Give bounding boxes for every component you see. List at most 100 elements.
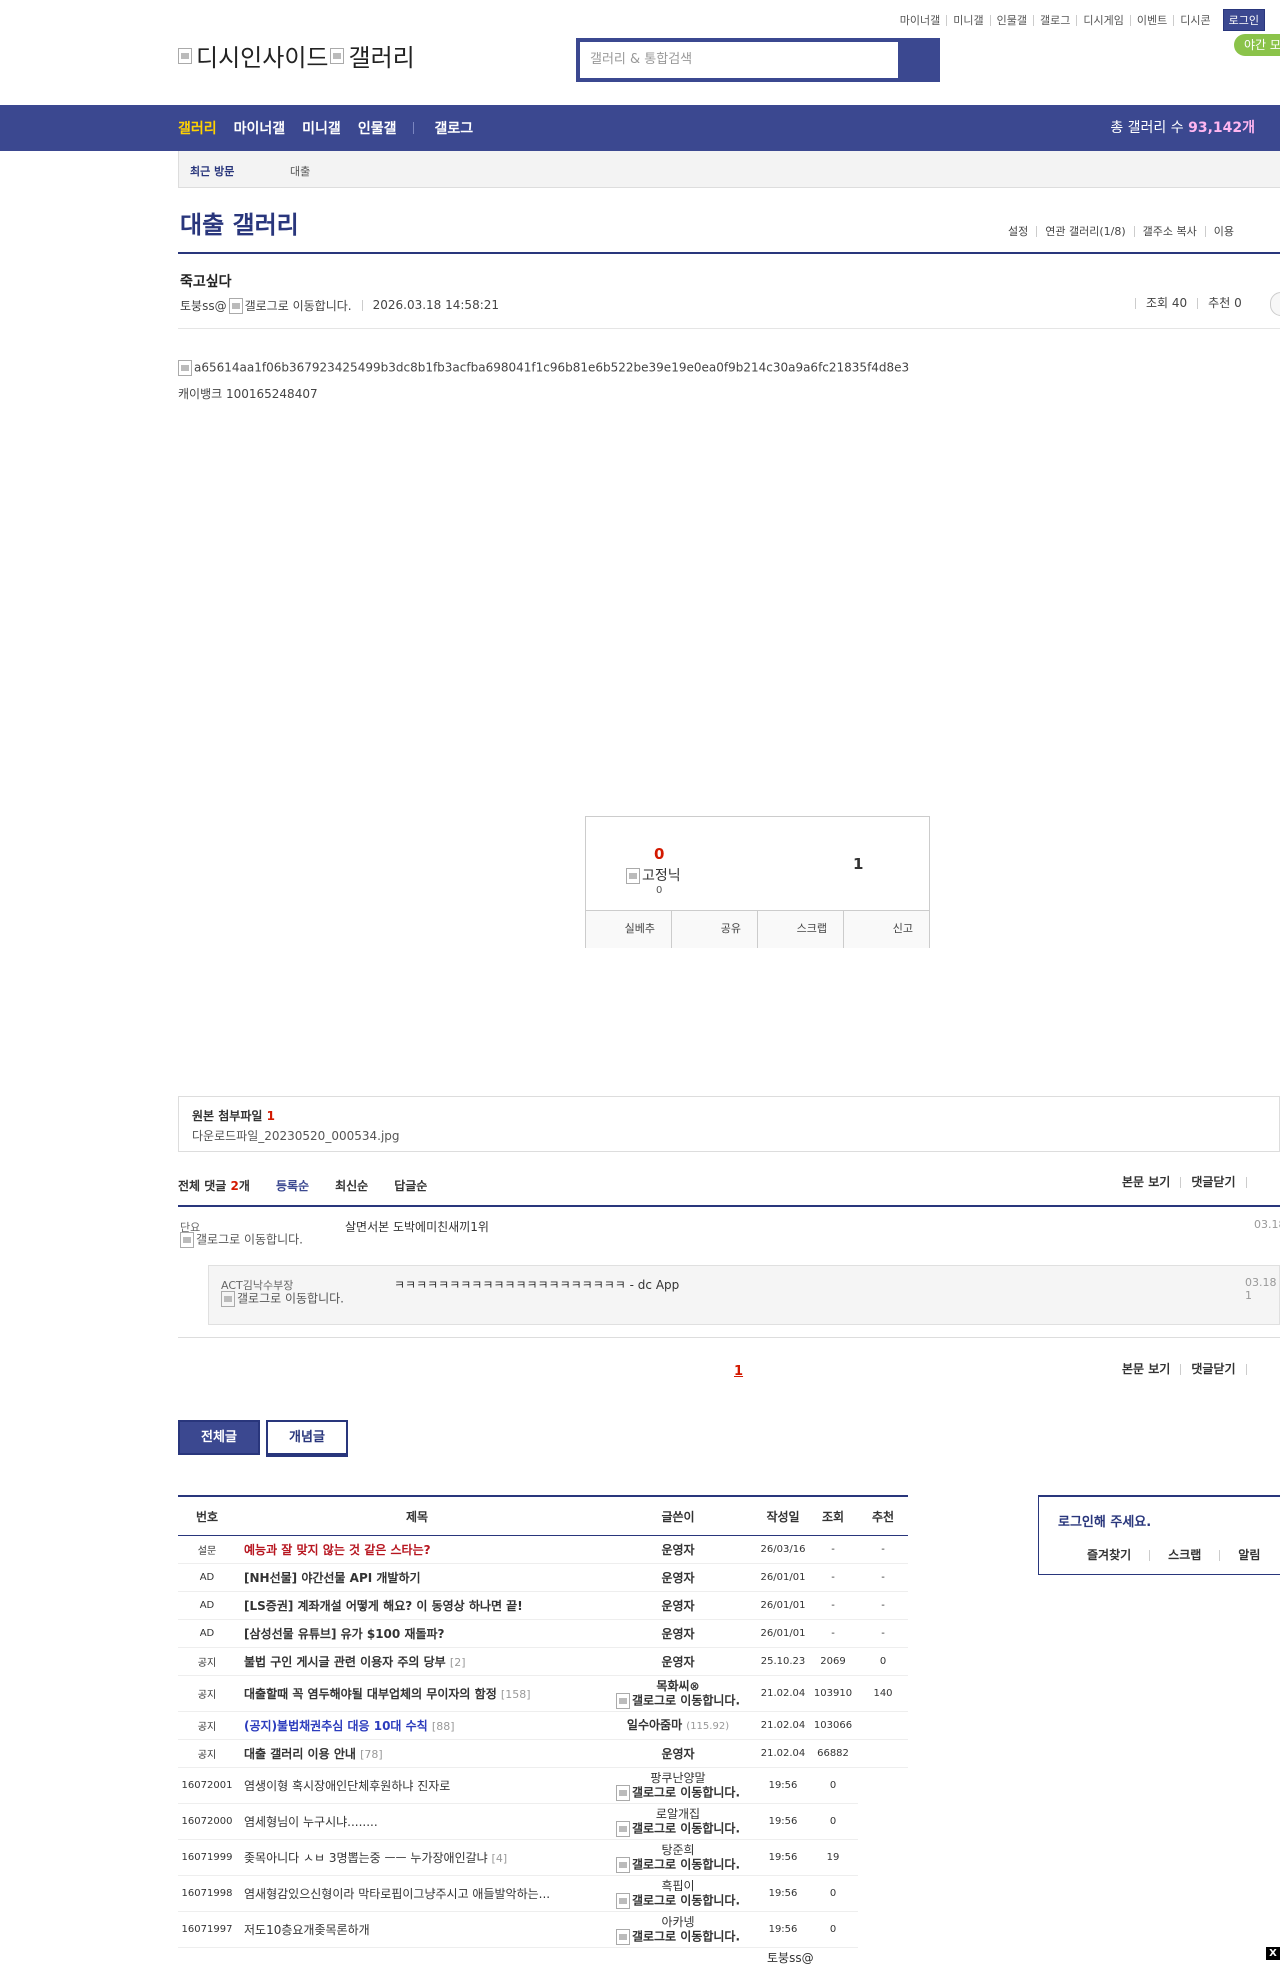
table-row[interactable]: 공지 (공지)불법채권추심 대응 10대 수칙 [88] 일수아줌마 (115.… <box>178 1711 1018 1740</box>
row-writer[interactable]: 목화씨⊗ 갤로그로 이동합니다. <box>598 1675 758 1712</box>
row-title[interactable]: 예능과 잘 맞지 않는 것 같은 스타는? <box>236 1535 598 1564</box>
close-comments-button-bottom[interactable]: 댓글닫기 <box>1180 1363 1245 1375</box>
writer-gallog[interactable]: 갤로그로 이동합니다. <box>598 1784 758 1801</box>
night-mode-toggle[interactable]: 야간 모 <box>1234 34 1280 56</box>
top-menu-minor[interactable]: 마이너갤 <box>894 15 946 26</box>
table-row[interactable]: 16071998 염새형감있으신형이라 막타로핍이그냥주시고 애들발악하는...… <box>178 1875 1018 1912</box>
tab-all-posts[interactable]: 전체글 <box>178 1420 260 1455</box>
table-row[interactable]: 16072000 염세형님이 누구시냐........ 로알개집 갤로그로 이동합… <box>178 1803 1018 1840</box>
comment-count[interactable]: [4] <box>492 1852 508 1865</box>
scrap-button[interactable]: 스크랩 <box>757 911 843 948</box>
row-writer-partial[interactable]: 토붕ss@ <box>767 1949 814 1966</box>
recent-visit-item[interactable]: 대출 <box>290 163 310 179</box>
report-button[interactable]: 신고 <box>843 911 929 948</box>
view-post-button[interactable]: 본문 보기 <box>1122 1176 1180 1188</box>
writer-gallog[interactable]: 갤로그로 이동합니다. <box>598 1856 758 1873</box>
row-title[interactable]: 좆목아니다 ㅅㅂ 3명뽑는중 ㅡㅡ 누가장애인갈냐 [4] <box>236 1839 598 1876</box>
comment-gallog[interactable]: 갤로그로 이동합니다. <box>180 1232 310 1248</box>
login-prompt[interactable]: 로그인해 주세요. <box>1058 1511 1151 1530</box>
row-title[interactable]: 염생이형 혹시장애인단체후원하냐 진자로 <box>236 1767 598 1804</box>
row-title[interactable]: 저도10층요개좆목론하개 <box>236 1911 598 1948</box>
comment-control-more[interactable] <box>1245 1177 1267 1188</box>
post-image[interactable]: a65614aa1f06b367923425499b3dc8b1fb3acfba… <box>178 360 909 376</box>
writer-gallog[interactable]: 갤로그로 이동합니다. <box>598 1892 758 1909</box>
attachment-file-link[interactable]: 다운로드파일_20230520_000534.jpg <box>192 1127 400 1144</box>
row-writer[interactable]: 일수아줌마 (115.92) <box>598 1711 758 1740</box>
top-menu-dcgame[interactable]: 디시게임 <box>1076 14 1129 26</box>
close-comments-button[interactable]: 댓글닫기 <box>1180 1176 1245 1188</box>
gallery-title[interactable]: 대출 갤러리 <box>180 205 299 240</box>
search-button[interactable] <box>900 38 940 82</box>
usage-link[interactable]: 이용 <box>1204 226 1242 237</box>
copy-address-link[interactable]: 갤주소 복사 <box>1133 226 1205 237</box>
row-writer[interactable]: 아카넹 갤로그로 이동합니다. <box>598 1911 758 1948</box>
row-writer[interactable]: 운영자 <box>598 1535 758 1564</box>
more-options-icon[interactable] <box>1270 292 1280 316</box>
writer-gallog[interactable]: 갤로그로 이동합니다. <box>598 1928 758 1945</box>
nav-minor-gallery[interactable]: 마이너갤 <box>234 118 286 138</box>
gallery-settings-link[interactable]: 설정 <box>1000 226 1036 237</box>
gallog-icon[interactable] <box>228 297 243 314</box>
row-title[interactable]: 대출할때 꼭 염두해야될 대부업체의 무이자의 함정 [158] <box>236 1675 598 1712</box>
nav-gallery[interactable]: 갤러리 <box>178 118 217 138</box>
nav-person-gallery[interactable]: 인물갤 <box>358 118 397 138</box>
comment-control-more-bottom[interactable] <box>1245 1364 1267 1375</box>
tab-concept-posts[interactable]: 개념글 <box>266 1420 348 1455</box>
table-row[interactable]: 공지 대출할때 꼭 염두해야될 대부업체의 무이자의 함정 [158] 목화씨⊗… <box>178 1675 1018 1712</box>
table-row[interactable]: AD [삼성선물 유튜브] 유가 $100 재돌파? 운영자 26/01/01 … <box>178 1619 1018 1648</box>
row-writer[interactable]: 탕준희 갤로그로 이동합니다. <box>598 1839 758 1876</box>
row-title[interactable]: 염세형님이 누구시냐........ <box>236 1803 598 1840</box>
sort-by-registration[interactable]: 등록순 <box>276 1177 309 1194</box>
table-row[interactable]: 공지 불법 구인 게시글 관련 이용자 주의 당부 [2] 운영자 25.10.… <box>178 1647 1018 1676</box>
top-menu-gallog[interactable]: 갤로그 <box>1033 14 1076 26</box>
table-row[interactable]: 설문 예능과 잘 맞지 않는 것 같은 스타는? 운영자 26/03/16 - … <box>178 1535 1018 1564</box>
related-gallery-link[interactable]: 연관 갤러리(1/8) <box>1036 226 1133 237</box>
sort-by-latest[interactable]: 최신순 <box>335 1177 368 1194</box>
table-row[interactable]: 공지 대출 갤러리 이용 안내 [78] 운영자 21.02.04 66882 <box>178 1739 1018 1768</box>
row-title[interactable]: [NH선물] 야간선물 API 개발하기 <box>236 1563 598 1592</box>
row-writer[interactable]: 로알개집 갤로그로 이동합니다. <box>598 1803 758 1840</box>
row-title[interactable]: [LS증권] 계좌개설 어떻게 해요? 이 동영상 하나면 끝! <box>236 1591 598 1620</box>
reply-gallog[interactable]: 갤로그로 이동합니다. <box>221 1291 351 1307</box>
close-icon[interactable]: X <box>1266 1947 1280 1960</box>
share-button[interactable]: 공유 <box>671 911 757 948</box>
row-writer[interactable]: 운영자 <box>598 1591 758 1620</box>
table-row[interactable]: 16071999 좆목아니다 ㅅㅂ 3명뽑는중 ㅡㅡ 누가장애인갈냐 [4] 탕… <box>178 1839 1018 1876</box>
site-logo[interactable]: 디시인사이드 갤러리 <box>178 38 415 73</box>
row-writer[interactable]: 흑핍이 갤로그로 이동합니다. <box>598 1875 758 1912</box>
row-writer[interactable]: 운영자 <box>598 1619 758 1648</box>
login-button[interactable]: 로그인 <box>1222 9 1265 31</box>
row-title[interactable]: (공지)불법채권추심 대응 10대 수칙 [88] <box>236 1711 598 1740</box>
comment-count[interactable]: [78] <box>360 1748 383 1761</box>
sort-by-replies[interactable]: 답글순 <box>394 1177 427 1194</box>
row-writer[interactable]: 팡쿠난양말 갤로그로 이동합니다. <box>598 1767 758 1804</box>
top-menu-dccon[interactable]: 디시콘 <box>1173 14 1216 26</box>
top-menu-event[interactable]: 이벤트 <box>1129 14 1173 26</box>
notification-link[interactable]: 알림 <box>1219 1549 1278 1561</box>
search-input[interactable]: 갤러리 & 통합검색 <box>580 42 898 78</box>
table-row[interactable]: 16071997 저도10층요개좆목론하개 아카넹 갤로그로 이동합니다. 19:… <box>178 1911 1018 1948</box>
comment-count[interactable]: [2] <box>450 1656 466 1669</box>
row-title[interactable]: 대출 갤러리 이용 안내 [78] <box>236 1739 598 1768</box>
top-menu-mini[interactable]: 미니갤 <box>946 14 989 26</box>
nav-gallog[interactable]: 갤로그 <box>434 118 473 138</box>
comment-count[interactable]: [88] <box>432 1720 455 1733</box>
upvote-count[interactable]: 0 <box>654 845 664 863</box>
table-row[interactable]: AD [LS증권] 계좌개설 어떻게 해요? 이 동영상 하나면 끝! 운영자 … <box>178 1591 1018 1620</box>
view-post-button-bottom[interactable]: 본문 보기 <box>1122 1363 1180 1375</box>
comment-page-1[interactable]: 1 <box>734 1364 743 1379</box>
scrap-link[interactable]: 스크랩 <box>1149 1549 1219 1561</box>
row-writer[interactable]: 운영자 <box>598 1647 758 1676</box>
favorites-link[interactable]: 즐겨찾기 <box>1087 1549 1149 1561</box>
comment-count[interactable]: [158] <box>501 1688 531 1701</box>
top-menu-person[interactable]: 인물갤 <box>989 14 1033 26</box>
row-writer[interactable]: 운영자 <box>598 1739 758 1768</box>
post-author[interactable]: 토붕ss@ <box>180 297 227 314</box>
table-row[interactable]: 16072001 염생이형 혹시장애인단체후원하냐 진자로 팡쿠난양말 갤로그로 … <box>178 1767 1018 1804</box>
row-writer[interactable]: 운영자 <box>598 1563 758 1592</box>
row-title[interactable]: [삼성선물 유튜브] 유가 $100 재돌파? <box>236 1619 598 1648</box>
table-row[interactable]: AD [NH선물] 야간선물 API 개발하기 운영자 26/01/01 - - <box>178 1563 1018 1592</box>
row-title[interactable]: 불법 구인 게시글 관련 이용자 주의 당부 [2] <box>236 1647 598 1676</box>
best-recommend-button[interactable]: 실베추 <box>586 911 671 948</box>
nav-mini-gallery[interactable]: 미니갤 <box>302 118 341 138</box>
